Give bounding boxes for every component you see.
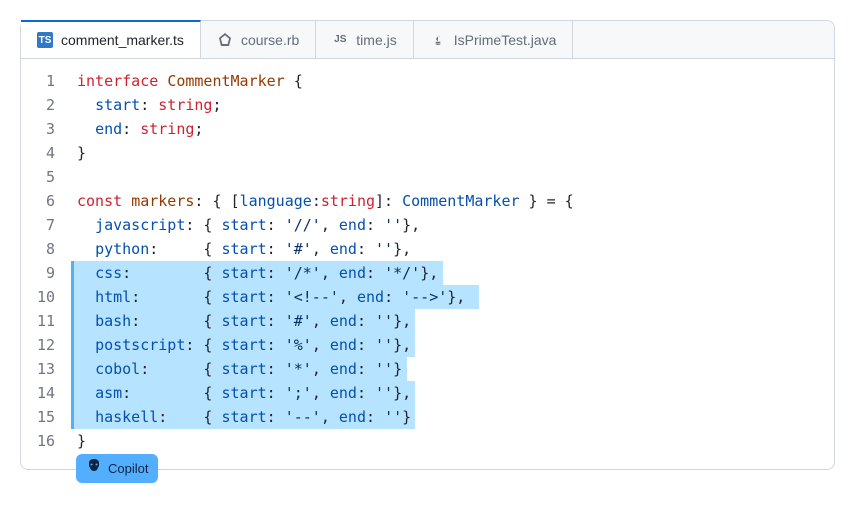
line-number: 12	[21, 333, 55, 357]
tab-time-js[interactable]: JS time.js	[316, 21, 413, 58]
line-number: 15	[21, 405, 55, 429]
code-line[interactable]: }	[71, 141, 834, 165]
line-number-gutter: 12345678910111213141516	[21, 69, 71, 453]
line-number: 13	[21, 357, 55, 381]
tab-label: time.js	[356, 32, 396, 48]
code-line[interactable]: haskell: { start: '--', end: ''}	[71, 405, 834, 429]
code-text: start: string;	[77, 96, 222, 114]
line-number: 16	[21, 429, 55, 453]
line-number: 8	[21, 237, 55, 261]
tab-course-rb[interactable]: course.rb	[201, 21, 316, 58]
code-text: postscript: { start: '%', end: ''},	[77, 336, 411, 354]
tab-comment-marker[interactable]: TS comment_marker.ts	[21, 20, 201, 58]
line-number: 2	[21, 93, 55, 117]
code-text: }	[77, 144, 86, 162]
code-line[interactable]: python: { start: '#', end: ''},	[71, 237, 834, 261]
code-area[interactable]: 12345678910111213141516 interface Commen…	[21, 59, 834, 469]
ruby-file-icon	[217, 32, 233, 48]
js-file-icon: JS	[332, 32, 348, 48]
code-line[interactable]	[71, 165, 834, 189]
code-line[interactable]: const markers: { [language:string]: Comm…	[71, 189, 834, 213]
code-line[interactable]: css: { start: '/*', end: '*/'},	[71, 261, 834, 285]
code-text: javascript: { start: '//', end: ''},	[77, 216, 420, 234]
line-number: 7	[21, 213, 55, 237]
code-line[interactable]: interface CommentMarker {	[71, 69, 834, 93]
code-text: const markers: { [language:string]: Comm…	[77, 192, 574, 210]
tab-label: IsPrimeTest.java	[454, 32, 557, 48]
java-file-icon	[430, 32, 446, 48]
code-line[interactable]: bash: { start: '#', end: ''},	[71, 309, 834, 333]
code-line[interactable]: javascript: { start: '//', end: ''},	[71, 213, 834, 237]
code-line[interactable]: asm: { start: ';', end: ''},	[71, 381, 834, 405]
copilot-icon	[86, 459, 102, 478]
code-text: bash: { start: '#', end: ''},	[77, 312, 411, 330]
tab-label: comment_marker.ts	[61, 32, 184, 48]
line-number: 1	[21, 69, 55, 93]
code-content[interactable]: interface CommentMarker { start: string;…	[71, 69, 834, 453]
code-text: cobol: { start: '*', end: ''}	[77, 360, 402, 378]
line-number: 10	[21, 285, 55, 309]
line-number: 5	[21, 165, 55, 189]
line-number: 9	[21, 261, 55, 285]
ts-file-icon: TS	[37, 32, 53, 48]
line-number: 14	[21, 381, 55, 405]
copilot-label: Copilot	[108, 461, 148, 476]
line-number: 3	[21, 117, 55, 141]
code-text: css: { start: '/*', end: '*/'},	[77, 264, 438, 282]
code-line[interactable]: end: string;	[71, 117, 834, 141]
code-text: html: { start: '<!--', end: '-->'},	[77, 288, 465, 306]
code-text: end: string;	[77, 120, 203, 138]
code-text: interface CommentMarker {	[77, 72, 303, 90]
code-line[interactable]: start: string;	[71, 93, 834, 117]
code-text: }	[77, 432, 86, 450]
copilot-badge[interactable]: Copilot	[76, 454, 158, 483]
code-text: asm: { start: ';', end: ''},	[77, 384, 411, 402]
code-line[interactable]: }	[71, 429, 834, 453]
tab-bar: TS comment_marker.ts course.rb JS time.j…	[21, 21, 834, 59]
code-line[interactable]: html: { start: '<!--', end: '-->'},	[71, 285, 834, 309]
tab-isprimetest-java[interactable]: IsPrimeTest.java	[414, 21, 574, 58]
code-editor: TS comment_marker.ts course.rb JS time.j…	[20, 20, 835, 470]
line-number: 6	[21, 189, 55, 213]
line-number: 11	[21, 309, 55, 333]
code-text: python: { start: '#', end: ''},	[77, 240, 411, 258]
tab-label: course.rb	[241, 32, 299, 48]
code-line[interactable]: cobol: { start: '*', end: ''}	[71, 357, 834, 381]
line-number: 4	[21, 141, 55, 165]
code-text: haskell: { start: '--', end: ''}	[77, 408, 411, 426]
code-line[interactable]: postscript: { start: '%', end: ''},	[71, 333, 834, 357]
